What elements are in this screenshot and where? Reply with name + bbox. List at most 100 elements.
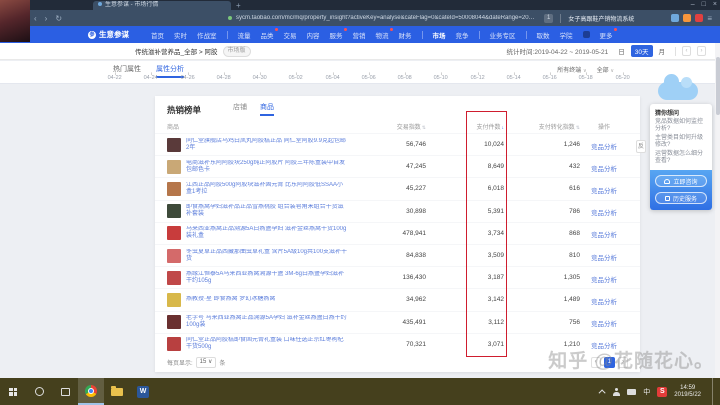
nav-item[interactable]: 流量 bbox=[238, 30, 251, 40]
product-thumbnail[interactable] bbox=[167, 204, 181, 218]
timeline-date[interactable]: 05-02 bbox=[289, 72, 303, 80]
extension-icon[interactable] bbox=[683, 14, 691, 22]
panel-tab[interactable]: 商品 bbox=[260, 102, 274, 116]
timeline-date[interactable]: 04-26 bbox=[180, 72, 194, 80]
browser-menu-icon[interactable]: ≡ bbox=[707, 14, 712, 23]
product-name-link[interactable]: 燕缘江恒泰5A马来西亚燕窝溯源干盏 3M-6g白燕盏孕妇滋补干约105g bbox=[186, 271, 356, 285]
breadcrumb[interactable]: 传统滋补营养品_全部 > 阿胶 bbox=[135, 46, 218, 56]
nav-item[interactable]: 交易 bbox=[284, 30, 297, 40]
product-thumbnail[interactable] bbox=[167, 226, 181, 240]
widget-button[interactable]: 立即咨询 bbox=[655, 175, 707, 187]
browser-tab[interactable]: 生意参谋 - 市场行情 bbox=[93, 1, 231, 10]
nav-item[interactable]: 营销 bbox=[353, 30, 366, 40]
timeline-date[interactable]: 04-22 bbox=[108, 72, 122, 80]
nav-item[interactable]: 竞争 bbox=[456, 30, 469, 40]
scrollbar-thumb[interactable] bbox=[716, 57, 720, 115]
product-name-link[interactable]: 即食燕窝孕妇滋补品正品雪燕桃胶 组合装皂角米组合干货滋补套装 bbox=[186, 204, 356, 218]
nav-item[interactable]: 实时 bbox=[174, 30, 187, 40]
file-explorer-button[interactable] bbox=[104, 378, 130, 405]
product-name-link[interactable]: 江西正品阿胶500g阿胶块滋补固元膏 比东阿阿胶低SSAA小盒1考拉 bbox=[186, 182, 356, 196]
nav-item[interactable]: 市场 bbox=[433, 30, 446, 40]
range-next-button[interactable]: › bbox=[697, 46, 706, 56]
feedback-tab[interactable]: 反 bbox=[636, 140, 646, 153]
product-name-link[interactable]: 老字号 马来西亚燕窝正品溯源5A孕妇 滋补金丝燕盏白燕干约100g装 bbox=[186, 315, 356, 329]
product-name-link[interactable]: 马来西亚燕窝正品溯源5A白燕盏孕妇 滋补金丝燕窝干货100g装礼盒 bbox=[186, 226, 356, 240]
competitor-analysis-link[interactable]: 竞品分析 bbox=[591, 210, 617, 217]
sycm-brand[interactable]: 参 生意参谋 bbox=[88, 29, 129, 40]
range-prev-button[interactable]: ‹ bbox=[682, 46, 691, 56]
nav-item[interactable]: 品类 bbox=[261, 30, 274, 40]
product-name-link[interactable]: 燕教授·星 即食燕窝 梦幻冰糖燕窝 bbox=[186, 296, 356, 303]
faq-question[interactable]: 主营类目如何升级修改? bbox=[655, 135, 707, 148]
competitor-analysis-link[interactable]: 竞品分析 bbox=[591, 232, 617, 239]
reload-button[interactable]: ↻ bbox=[55, 14, 62, 23]
timeline-date[interactable]: 04-30 bbox=[253, 72, 267, 80]
nav-item[interactable]: 内容 bbox=[307, 30, 320, 40]
column-header-paid-units[interactable]: 支付件数↓ bbox=[426, 122, 504, 131]
show-desktop-button[interactable] bbox=[712, 378, 716, 405]
timeline-date[interactable]: 04-28 bbox=[216, 72, 230, 80]
nav-item[interactable]: 取数 bbox=[537, 30, 550, 40]
product-thumbnail[interactable] bbox=[167, 315, 181, 329]
widget-button[interactable]: 历史服务 bbox=[655, 192, 707, 204]
nav-item[interactable]: 物流 bbox=[376, 30, 389, 40]
tray-person-icon[interactable] bbox=[613, 388, 620, 396]
task-view-button[interactable] bbox=[52, 378, 78, 405]
panel-tab[interactable]: 店铺 bbox=[233, 102, 247, 116]
timeline-date[interactable]: 05-06 bbox=[361, 72, 375, 80]
date-range-option[interactable]: 月 bbox=[655, 45, 670, 57]
word-taskbar-button[interactable]: W bbox=[130, 378, 156, 405]
product-thumbnail[interactable] bbox=[167, 160, 181, 174]
page-scrollbar[interactable] bbox=[715, 43, 720, 378]
nav-item[interactable]: 学院 bbox=[560, 30, 573, 40]
search-query-text[interactable]: 女子高跟鞋产销物流系统 bbox=[568, 14, 634, 23]
nav-item[interactable]: 财务 bbox=[399, 30, 412, 40]
taskbar-clock[interactable]: 14:59 2019/5/22 bbox=[674, 385, 701, 399]
nav-item[interactable]: 更多 bbox=[600, 30, 613, 40]
maximize-button[interactable]: □ bbox=[702, 0, 706, 10]
competitor-analysis-link[interactable]: 竞品分析 bbox=[591, 299, 617, 306]
tray-expand-icon[interactable] bbox=[599, 389, 606, 396]
column-header-product[interactable]: 商品 bbox=[167, 122, 356, 131]
faq-question[interactable]: 运营数据怎么细分查看? bbox=[655, 151, 707, 164]
new-tab-button[interactable]: + bbox=[236, 1, 241, 10]
timeline-date[interactable]: 05-18 bbox=[579, 72, 593, 80]
product-thumbnail[interactable] bbox=[167, 138, 181, 152]
cortana-button[interactable] bbox=[26, 378, 52, 405]
product-thumbnail[interactable] bbox=[167, 293, 181, 307]
product-thumbnail[interactable] bbox=[167, 337, 181, 351]
timeline-date[interactable]: 05-10 bbox=[434, 72, 448, 80]
competitor-analysis-link[interactable]: 竞品分析 bbox=[591, 144, 617, 151]
tray-folder-icon[interactable] bbox=[627, 389, 636, 395]
timeline-date[interactable]: 05-14 bbox=[506, 72, 520, 80]
competitor-analysis-link[interactable]: 竞品分析 bbox=[591, 255, 617, 262]
extension-icon[interactable] bbox=[695, 14, 703, 22]
competitor-analysis-link[interactable]: 竞品分析 bbox=[591, 277, 617, 284]
extension-icon[interactable] bbox=[671, 14, 679, 22]
nav-item[interactable] bbox=[583, 31, 590, 38]
ime-indicator[interactable]: 中 bbox=[643, 387, 650, 397]
cloud-mascot-icon[interactable] bbox=[658, 82, 698, 100]
back-button[interactable]: ‹ bbox=[34, 14, 37, 23]
sogou-icon[interactable]: S bbox=[657, 387, 667, 397]
timeline-date[interactable]: 05-12 bbox=[470, 72, 484, 80]
competitor-analysis-link[interactable]: 竞品分析 bbox=[591, 321, 617, 328]
start-button[interactable] bbox=[0, 378, 26, 405]
competitor-analysis-link[interactable]: 竞品分析 bbox=[591, 166, 617, 173]
chrome-taskbar-button[interactable] bbox=[78, 378, 104, 405]
product-name-link[interactable]: 同仁堂旗舰店乌鸡白凤丸阿胶糕正品 同仁堂阿胶9.9克起包邮2年 bbox=[186, 138, 356, 152]
nav-item[interactable]: 服务 bbox=[330, 30, 343, 40]
competitor-analysis-link[interactable]: 竞品分析 bbox=[591, 188, 617, 195]
minimize-button[interactable]: – bbox=[691, 0, 695, 10]
timeline-date[interactable]: 04-24 bbox=[144, 72, 158, 80]
product-thumbnail[interactable] bbox=[167, 182, 181, 196]
faq-question[interactable]: 竞品数据如何监控分析? bbox=[655, 119, 707, 132]
product-name-link[interactable]: 冬虫夏草正品西藏那曲虫草礼盒 含片5A级10g共100支滋补干货 bbox=[186, 249, 356, 263]
url-field[interactable]: sycm.taobao.com/mc/mq/property_insight?a… bbox=[236, 15, 536, 21]
page-size-select[interactable]: 15 ∨ bbox=[196, 357, 217, 368]
product-thumbnail[interactable] bbox=[167, 249, 181, 263]
nav-item[interactable]: 首页 bbox=[151, 30, 164, 40]
timeline-date[interactable]: 05-08 bbox=[398, 72, 412, 80]
forward-button[interactable]: › bbox=[45, 14, 48, 23]
date-range-option[interactable]: 日 bbox=[614, 45, 629, 57]
